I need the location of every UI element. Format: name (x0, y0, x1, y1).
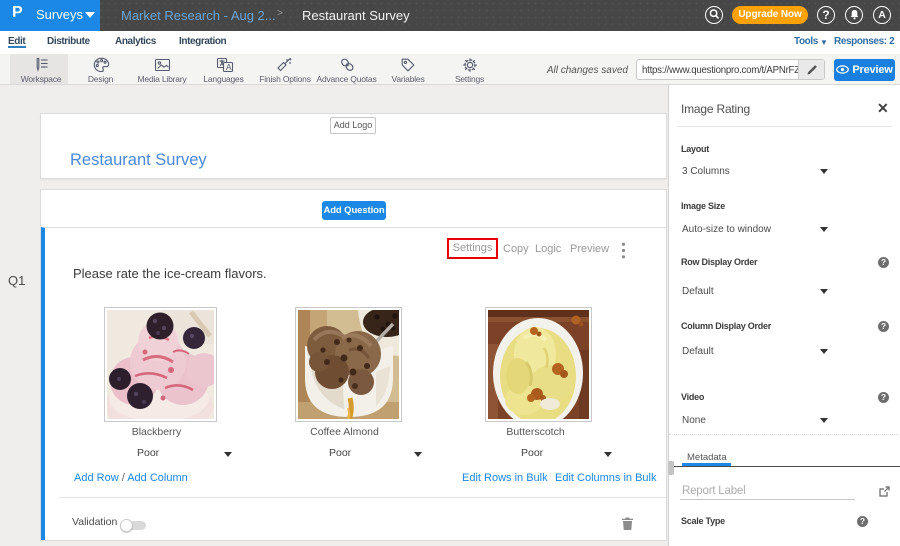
svg-text:A: A (225, 62, 231, 72)
